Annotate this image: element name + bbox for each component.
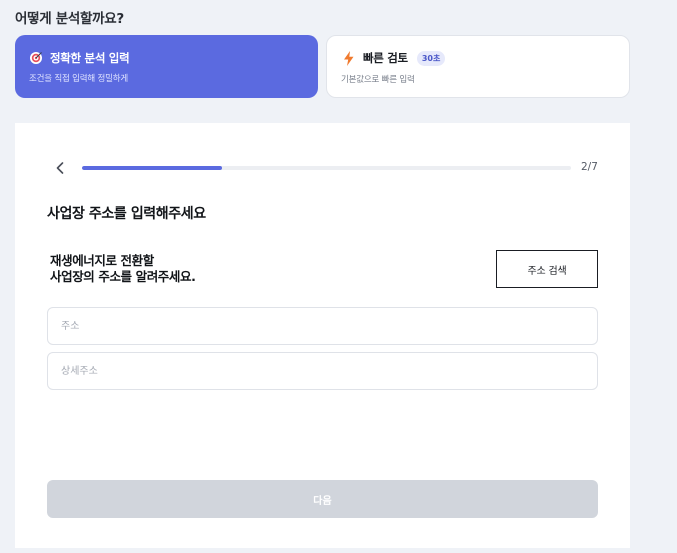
step-title: 사업장 주소를 입력해주세요: [47, 206, 206, 222]
step-description: 재생에너지로 전환할 사업장의 주소를 알려주세요.: [50, 253, 196, 285]
mode-title-precise: 정확한 분석 입력: [50, 51, 130, 65]
description-line-1: 재생에너지로 전환할: [50, 253, 154, 268]
mode-head-precise: 정확한 분석 입력: [28, 50, 130, 66]
back-button[interactable]: [53, 158, 67, 178]
address-step-panel: 2/7 사업장 주소를 입력해주세요 재생에너지로 전환할 사업장의 주소를 알…: [15, 123, 630, 548]
mode-head-quick: 빠른 검토 30초: [341, 50, 446, 66]
chevron-left-icon: [56, 162, 64, 174]
lightning-icon: [341, 50, 357, 66]
step-counter: 2/7: [581, 161, 598, 173]
target-icon: [28, 50, 44, 66]
mode-subtitle-precise: 조건을 직접 입력해 정밀하게: [29, 74, 128, 84]
progress-fill: [82, 166, 222, 170]
address-input[interactable]: [47, 307, 598, 345]
mode-card-precise[interactable]: 정확한 분석 입력 조건을 직접 입력해 정밀하게: [15, 35, 318, 98]
progress-bar: [82, 166, 571, 170]
description-line-2: 사업장의 주소를 알려주세요.: [50, 269, 196, 284]
time-badge: 30초: [416, 50, 446, 66]
next-button[interactable]: 다음: [47, 480, 598, 518]
mode-card-quick[interactable]: 빠른 검토 30초 기본값으로 빠른 입력: [326, 35, 630, 98]
mode-title-quick: 빠른 검토: [363, 51, 408, 65]
detail-address-input[interactable]: [47, 352, 598, 390]
address-search-button[interactable]: 주소 검색: [496, 250, 598, 288]
mode-subtitle-quick: 기본값으로 빠른 입력: [341, 75, 415, 85]
section-title: 어떻게 분석할까요?: [15, 11, 124, 27]
